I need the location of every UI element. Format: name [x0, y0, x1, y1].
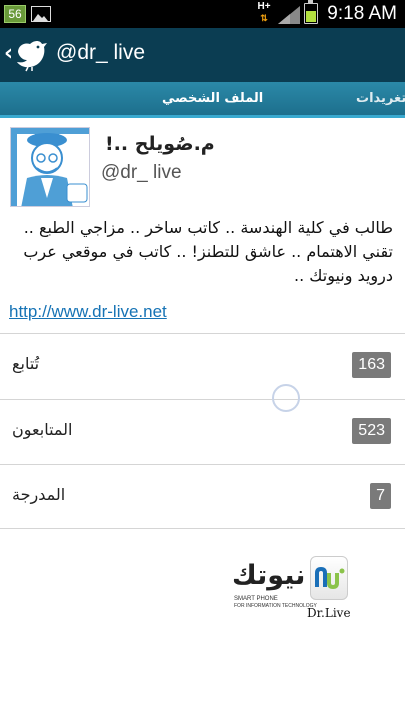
stat-count-following: 163 [352, 352, 391, 378]
stat-row-followers[interactable]: المتابعون 523 [0, 399, 405, 463]
stat-row-listed[interactable]: المدرجة 7 [0, 464, 405, 528]
watermark-arabic: نيوتك [232, 560, 306, 591]
screen-name: @dr_ live [101, 162, 182, 183]
battery-icon [304, 0, 318, 24]
avatar-image [11, 128, 89, 206]
profile-url-link[interactable]: http://www.dr-live.net [9, 302, 167, 322]
watermark-line2: FOR INFORMATION TECHNOLOGY [234, 603, 317, 609]
display-name: م.صُويلح ..! [105, 133, 215, 155]
clock: 9:18 AM [327, 3, 397, 24]
tab-tweets[interactable]: تغريدات [356, 91, 405, 106]
watermark-signature: Dr.Live [307, 606, 351, 620]
stat-row-following[interactable]: تُتابع 163 [0, 333, 405, 397]
stat-label-followers: المتابعون [12, 420, 73, 439]
stat-label-following: تُتابع [12, 354, 40, 373]
tab-profile[interactable]: الملف الشخصي [162, 91, 263, 106]
watermark: نيوتك SMART PHONE FOR INFORMATION TECHNO… [232, 556, 352, 626]
action-bar: ‹ @dr_ live [0, 28, 405, 82]
tab-bar: الملف الشخصي تغريدات [0, 82, 405, 118]
divider [0, 528, 405, 529]
avatar[interactable] [10, 127, 90, 207]
status-bar: 56 H+ ⇅ 9:18 AM [0, 0, 405, 28]
bird-icon[interactable] [14, 38, 50, 72]
back-chevron-icon[interactable]: ‹ [4, 42, 13, 66]
watermark-line1: SMART PHONE [234, 596, 278, 602]
signal-icon [278, 6, 300, 24]
image-icon [31, 6, 51, 22]
screen-title: @dr_ live [56, 41, 146, 64]
stat-count-followers: 523 [352, 418, 391, 444]
notification-badge: 56 [4, 5, 26, 23]
stat-label-listed: المدرجة [12, 485, 66, 504]
watermark-logo-icon [310, 556, 348, 600]
bio: طالب في كلية الهندسة .. كاتب ساخر .. مزا… [23, 218, 393, 285]
stat-count-listed: 7 [370, 483, 391, 509]
network-type-icon: H+ ⇅ [257, 1, 271, 24]
loading-spinner-icon [272, 384, 300, 412]
